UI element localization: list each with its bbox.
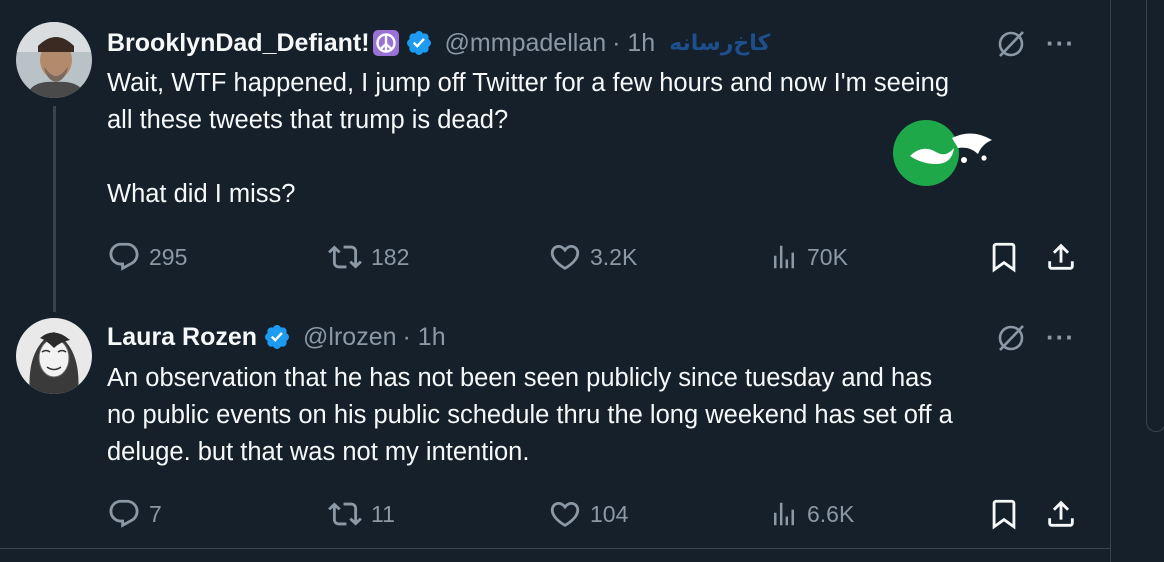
avatar[interactable] — [16, 318, 92, 394]
tweet-actions: 7 11 104 6.6K — [107, 494, 1082, 534]
bookmark-icon — [992, 499, 1016, 530]
handle[interactable]: @lrozen — [303, 323, 396, 352]
watermark-text: کاخ‌رسانه — [669, 30, 771, 56]
like-button[interactable]: 3.2K — [548, 237, 637, 277]
divider — [0, 548, 1110, 549]
views-count: 70K — [807, 243, 848, 270]
reply-button[interactable]: 295 — [107, 237, 187, 277]
share-icon — [1048, 500, 1074, 527]
display-name[interactable]: BrooklynDad_Defiant! — [107, 29, 370, 58]
news-logo — [892, 118, 1002, 188]
like-count: 3.2K — [590, 243, 638, 270]
repost-button[interactable]: 11 — [327, 494, 395, 534]
display-name[interactable]: Laura Rozen — [107, 323, 257, 352]
tweet-text: An observation that he has not been seen… — [107, 364, 953, 466]
heart-icon — [550, 501, 580, 527]
reply-count: 7 — [149, 500, 162, 527]
timeline: BrooklynDad_Defiant! @mmpadellan · 1h کا… — [0, 0, 1111, 562]
share-button[interactable] — [1044, 237, 1078, 277]
timestamp[interactable]: · 1h — [403, 323, 446, 352]
bookmark-button[interactable] — [987, 494, 1021, 534]
heart-icon — [550, 244, 580, 270]
views-icon — [774, 502, 794, 526]
repost-icon — [328, 502, 362, 526]
repost-count: 11 — [371, 500, 395, 527]
more-options-icon[interactable]: ··· — [1046, 28, 1075, 59]
bookmark-button[interactable] — [987, 237, 1021, 277]
handle[interactable]: @mmpadellan — [445, 29, 607, 58]
reply-icon — [109, 499, 139, 528]
reply-icon — [109, 242, 139, 271]
views-button[interactable]: 70K — [769, 237, 848, 277]
peace-emoji-icon — [372, 30, 399, 56]
avatar[interactable] — [16, 22, 92, 98]
grok-icon[interactable] — [994, 321, 1028, 355]
right-sidebar — [1111, 0, 1164, 562]
tweet-header: BrooklynDad_Defiant! @mmpadellan · 1h کا… — [107, 25, 770, 61]
views-count: 6.6K — [807, 500, 855, 527]
reply-button[interactable]: 7 — [107, 494, 162, 534]
repost-icon — [328, 245, 362, 269]
tweet-header: Laura Rozen @lrozen · 1h — [107, 319, 446, 355]
views-icon — [774, 245, 794, 269]
verified-badge-icon[interactable] — [405, 29, 433, 57]
tweet-actions: 295 182 3.2K 70K — [107, 237, 1082, 277]
like-count: 104 — [590, 500, 629, 527]
share-button[interactable] — [1044, 494, 1078, 534]
bookmark-icon — [992, 242, 1016, 273]
thread-line — [53, 106, 56, 312]
views-button[interactable]: 6.6K — [769, 494, 854, 534]
grok-icon[interactable] — [994, 27, 1028, 61]
reply-count: 295 — [149, 243, 188, 270]
more-options-icon[interactable]: ··· — [1046, 322, 1075, 353]
sidebar-panel-edge — [1146, 0, 1164, 432]
share-icon — [1048, 243, 1074, 270]
repost-count: 182 — [371, 243, 410, 270]
timestamp[interactable]: · 1h — [612, 29, 655, 58]
verified-badge-icon[interactable] — [263, 323, 291, 351]
repost-button[interactable]: 182 — [327, 237, 409, 277]
like-button[interactable]: 104 — [548, 494, 628, 534]
